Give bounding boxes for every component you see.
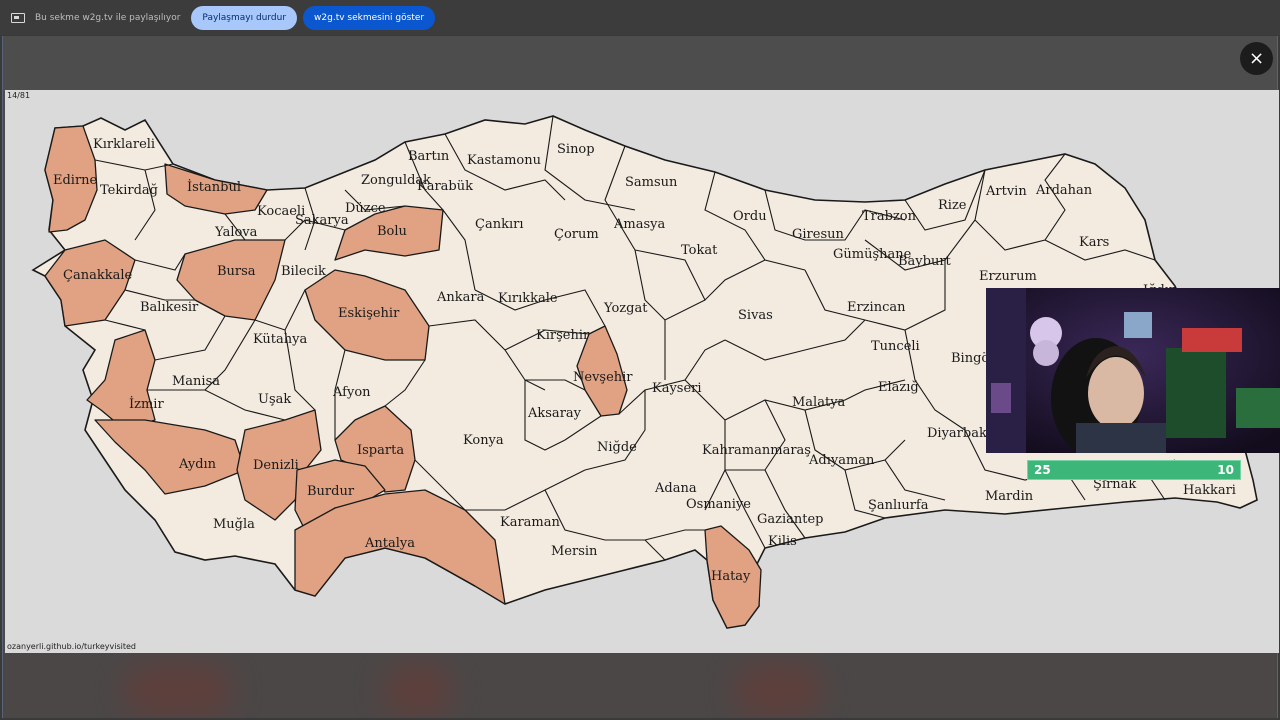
- label-bolu: Bolu: [377, 224, 407, 239]
- label-sivas: Sivas: [738, 308, 773, 323]
- label-mersin: Mersin: [551, 544, 598, 559]
- label-erzurum: Erzurum: [979, 269, 1037, 284]
- label-denizli: Denizli: [253, 458, 299, 473]
- label-usak: Uşak: [258, 392, 291, 407]
- label-sakarya: Sakarya: [295, 213, 349, 228]
- label-istanbul: İstanbul: [187, 178, 241, 195]
- label-kastamonu: Kastamonu: [467, 153, 541, 168]
- label-karabuk: Karabük: [417, 179, 473, 194]
- label-adiyaman: Adıyaman: [808, 453, 875, 468]
- label-rize: Rize: [938, 198, 967, 213]
- label-kahramanmaras: Kahramanmaraş: [702, 443, 811, 458]
- label-hakkari: Hakkari: [1183, 483, 1236, 498]
- label-samsun: Samsun: [625, 175, 678, 190]
- label-tokat: Tokat: [681, 243, 718, 258]
- label-amasya: Amasya: [613, 217, 665, 232]
- label-malatya: Malatya: [792, 395, 846, 410]
- label-canakkale: Çanakkale: [63, 268, 132, 283]
- label-corum: Çorum: [554, 227, 599, 242]
- stop-sharing-button[interactable]: Paylaşmayı durdur: [191, 5, 298, 30]
- label-yalova: Yalova: [214, 225, 258, 240]
- video-bottom-strip: [3, 653, 1277, 718]
- label-sinop: Sinop: [557, 142, 595, 157]
- label-tunceli: Tunceli: [871, 339, 920, 354]
- label-kilis: Kilis: [768, 534, 797, 549]
- label-yozgat: Yozgat: [603, 301, 648, 316]
- label-konya: Konya: [463, 433, 504, 448]
- label-hatay: Hatay: [711, 569, 751, 584]
- label-mardin: Mardin: [985, 489, 1034, 504]
- label-cankiri: Çankırı: [475, 217, 523, 232]
- label-bilecik: Bilecik: [281, 264, 326, 279]
- score-right: 10: [1217, 463, 1234, 477]
- screen-share-icon: [11, 12, 25, 23]
- label-karaman: Karaman: [500, 515, 561, 530]
- webcam-overlay: [986, 288, 1280, 453]
- visited-counter: 14/81: [7, 91, 31, 100]
- score-left: 25: [1034, 463, 1051, 477]
- close-icon[interactable]: ×: [1240, 42, 1273, 75]
- label-edirne: Edirne: [53, 173, 98, 188]
- label-manisa: Manisa: [172, 374, 220, 389]
- label-ardahan: Ardahan: [1035, 183, 1093, 198]
- score-bar: 25 10: [1027, 460, 1241, 480]
- label-erzincan: Erzincan: [847, 300, 906, 315]
- label-artvin: Artvin: [985, 184, 1027, 199]
- label-eskisehir: Eskişehir: [338, 306, 400, 321]
- label-izmir: İzmir: [129, 395, 164, 412]
- label-nevsehir: Nevşehir: [573, 370, 633, 385]
- sharing-status-text: Bu sekme w2g.tv ile paylaşılıyor: [35, 12, 181, 23]
- label-afyon: Afyon: [332, 385, 371, 400]
- label-kirsehir: Kırşehir: [536, 328, 590, 343]
- label-bursa: Bursa: [217, 264, 256, 279]
- tab-sharing-bar: Bu sekme w2g.tv ile paylaşılıyor Paylaşm…: [0, 0, 1280, 35]
- label-ankara: Ankara: [436, 290, 485, 305]
- label-kars: Kars: [1079, 235, 1109, 250]
- label-burdur: Burdur: [307, 484, 355, 499]
- label-trabzon: Trabzon: [862, 209, 917, 224]
- label-antalya: Antalya: [364, 536, 415, 551]
- label-ordu: Ordu: [733, 209, 767, 224]
- label-tekirdag: Tekirdağ: [100, 183, 158, 198]
- label-duzce: Düzce: [345, 201, 386, 216]
- label-aydin: Aydın: [178, 457, 217, 472]
- label-kayseri: Kayseri: [652, 381, 702, 396]
- label-adana: Adana: [654, 481, 697, 496]
- label-gaziantep: Gaziantep: [757, 512, 824, 527]
- video-top-strip: [3, 36, 1277, 91]
- label-balikesir: Balıkesir: [140, 300, 199, 315]
- label-kirikkale: Kırıkkale: [498, 291, 558, 306]
- label-giresun: Giresun: [792, 227, 844, 242]
- label-aksaray: Aksaray: [527, 406, 582, 421]
- map-source-link[interactable]: ozanyerli.github.io/turkeyvisited: [7, 642, 136, 651]
- label-bartin: Bartın: [408, 149, 450, 164]
- label-nigde: Niğde: [597, 440, 637, 455]
- label-kirklareli: Kırklareli: [93, 137, 155, 152]
- label-mugla: Muğla: [213, 517, 255, 532]
- label-osmaniye: Osmaniye: [686, 497, 751, 512]
- label-bayburt: Bayburt: [898, 254, 952, 269]
- label-isparta: Isparta: [357, 443, 404, 458]
- show-tab-button[interactable]: w2g.tv sekmesini göster: [303, 5, 436, 30]
- label-kutahya: Kütahya: [253, 332, 307, 347]
- label-elazig: Elazığ: [878, 380, 919, 395]
- label-sanliurfa: Şanlıurfa: [868, 498, 929, 513]
